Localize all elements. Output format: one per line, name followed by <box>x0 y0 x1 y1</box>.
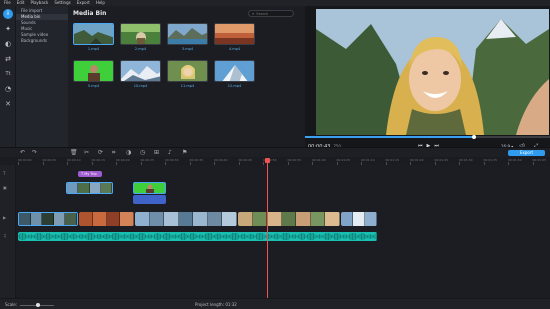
ruler-tick: 00:01:40 <box>508 158 522 165</box>
audio-icon[interactable]: ♪ <box>168 149 172 157</box>
status-bar: Scale: Project length: 01:32 <box>0 298 550 309</box>
ruler-tick: 00:00:05 <box>42 158 56 165</box>
flag-icon[interactable]: ⚑ <box>182 149 187 157</box>
title-icon: T <box>81 172 84 176</box>
ruler-tick: 00:01:15 <box>385 158 399 165</box>
rotate-icon[interactable]: ⟳ <box>98 149 103 157</box>
import-icon[interactable]: ⇩ <box>3 9 13 19</box>
media-label-7: 11.mp4 <box>180 84 195 88</box>
ruler-tick: 00:01:30 <box>459 158 473 165</box>
ruler-tick: 00:01:05 <box>336 158 350 165</box>
seek-handle[interactable] <box>472 135 477 139</box>
ruler-tick: 00:01:20 <box>410 158 424 165</box>
split-icon[interactable]: ⊞ <box>154 149 159 157</box>
search-box[interactable]: ⌕ <box>248 10 294 17</box>
audio-waveform <box>18 233 377 240</box>
category-backgrounds[interactable]: Backgrounds <box>16 38 68 44</box>
media-label-2: 2.mp4 <box>134 47 147 51</box>
search-icon: ⌕ <box>252 11 255 16</box>
title-clip-label: My Trip <box>84 172 97 176</box>
ruler-tick: 00:00:00 <box>18 158 32 165</box>
preview-panel: 00:00:43 .750 ⏮ ▶ ⏭ 16:9 ▾ ◁) ⤢ <box>305 6 550 150</box>
media-thumb-4[interactable] <box>214 23 255 45</box>
more-tools-icon[interactable]: ✕ <box>3 99 13 109</box>
media-label-4: 4.mp4 <box>228 47 241 51</box>
video-preview[interactable] <box>316 9 549 135</box>
filters-icon[interactable]: ◐ <box>3 39 13 49</box>
video-clip-2[interactable] <box>79 212 134 226</box>
overlay-track-icon: ▣ <box>3 185 7 190</box>
redo-icon[interactable]: ↷ <box>32 149 37 157</box>
media-label-6: 10.mp4 <box>133 84 148 88</box>
stickers-icon[interactable]: ◔ <box>3 84 13 94</box>
tool-strip: ⇩ ✦ ◐ ⇄ Tt ◔ ✕ <box>0 6 16 147</box>
ruler-tick: 00:01:35 <box>483 158 497 165</box>
audio-track-icon: ♫ <box>3 233 7 238</box>
overlay-clip-1[interactable] <box>66 182 113 194</box>
greenscreen-clip[interactable] <box>133 182 166 194</box>
greenscreen-audio[interactable] <box>133 195 166 204</box>
video-clip-3[interactable] <box>135 212 237 226</box>
transitions-icon[interactable]: ⇄ <box>3 54 13 64</box>
media-thumb-7[interactable] <box>167 60 208 82</box>
video-clip-1[interactable] <box>18 212 78 226</box>
seek-bar[interactable] <box>305 135 550 139</box>
ruler-tick: 00:00:55 <box>287 158 301 165</box>
color-icon[interactable]: ◑ <box>126 149 131 157</box>
video-clip-5[interactable] <box>341 212 377 226</box>
playhead[interactable] <box>267 160 268 300</box>
timeline-ruler[interactable]: 00:00:00 00:00:05 00:00:10 00:00:15 00:00:20… <box>0 157 550 165</box>
title-clip[interactable]: T My Trip <box>78 171 102 177</box>
ruler-tick: 00:01:45 <box>532 158 546 165</box>
track-gutter: T ▣ ▶ ♫ <box>0 165 16 298</box>
ruler-tick: 00:00:35 <box>189 158 203 165</box>
ruler-tick: 00:01:10 <box>361 158 375 165</box>
video-clip-4[interactable] <box>238 212 340 226</box>
scale-handle[interactable] <box>36 303 40 307</box>
media-thumb-5[interactable] <box>73 60 114 82</box>
ruler-tick: 00:00:20 <box>116 158 130 165</box>
media-label-3: 3.mp4 <box>181 47 194 51</box>
timeline-toolbar: ↶ ↷ 🗑 ✂ ⟳ ⌗ ◑ ◷ ⊞ ♪ ⚑ Export <box>0 147 550 157</box>
media-label-1: 1.mp4 <box>87 47 100 51</box>
seek-progress <box>305 136 475 138</box>
ruler-tick: 00:00:30 <box>165 158 179 165</box>
category-list: File import Media bin Sounds Music Sampl… <box>16 6 68 147</box>
ruler-tick: 00:00:45 <box>238 158 252 165</box>
audio-clip[interactable] <box>18 232 377 241</box>
crop-icon[interactable]: ⌗ <box>112 149 115 157</box>
ruler-tick: 00:00:40 <box>214 158 228 165</box>
export-button[interactable]: Export <box>508 150 545 156</box>
ruler-tick: 00:01:00 <box>312 158 326 165</box>
delete-icon[interactable]: 🗑 <box>70 149 78 157</box>
media-thumb-6[interactable] <box>120 60 161 82</box>
title-track-icon: T <box>3 171 6 176</box>
media-thumb-8[interactable] <box>214 60 255 82</box>
media-thumb-1[interactable] <box>73 23 114 45</box>
media-label-8: 12.mp4 <box>227 84 242 88</box>
timeline-tracks: T My Trip <box>0 165 550 298</box>
project-length: Project length: 01:32 <box>195 302 237 307</box>
ruler-tick: 00:00:10 <box>67 158 81 165</box>
scale-label: Scale: <box>5 302 18 307</box>
undo-icon[interactable]: ↶ <box>20 149 25 157</box>
ruler-tick: 00:01:25 <box>434 158 448 165</box>
speed-icon[interactable]: ◷ <box>140 149 145 157</box>
media-thumb-2[interactable] <box>120 23 161 45</box>
media-bin-title: Media Bin <box>73 10 107 17</box>
cut-icon[interactable]: ✂ <box>84 149 89 157</box>
ruler-tick: 00:00:15 <box>91 158 105 165</box>
magic-wand-icon[interactable]: ✦ <box>3 24 13 34</box>
media-bin: Media Bin ⌕ 1.mp4 2.mp4 3.mp4 4.mp4 5.mp… <box>68 6 305 147</box>
titles-icon[interactable]: Tt <box>3 69 13 79</box>
media-label-5: 5.mp4 <box>87 84 100 88</box>
video-track-icon: ▶ <box>3 215 7 220</box>
media-thumb-3[interactable] <box>167 23 208 45</box>
ruler-tick: 00:00:25 <box>140 158 154 165</box>
search-input[interactable] <box>256 11 291 16</box>
